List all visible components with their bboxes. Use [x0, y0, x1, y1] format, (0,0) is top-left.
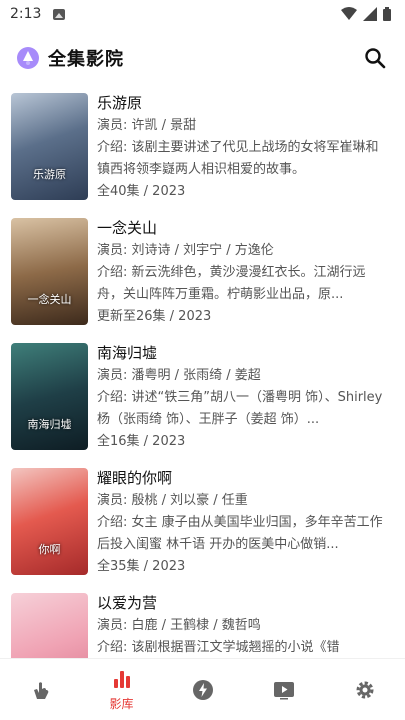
search-button[interactable] — [361, 44, 389, 72]
tab-video[interactable] — [243, 659, 324, 720]
app-title: 全集影院 — [48, 49, 124, 70]
tab-library-label: 影库 — [109, 697, 134, 711]
item-cast: 演员: 刘诗诗 / 刘宇宁 / 方逸伦 — [97, 243, 274, 258]
poster-image[interactable] — [11, 593, 88, 658]
item-title[interactable]: 南海归墟 — [97, 341, 389, 365]
drama-list[interactable]: 乐游原 乐游原 演员: 许凯 / 景甜 介绍: 该剧主要讲述了代见上战场的女将军… — [0, 88, 405, 658]
item-title[interactable]: 乐游原 — [97, 91, 389, 115]
tab-settings[interactable] — [324, 659, 405, 720]
bolt-icon — [192, 679, 213, 700]
list-item[interactable]: 乐游原 乐游原 演员: 许凯 / 景甜 介绍: 该剧主要讲述了代见上战场的女将军… — [0, 88, 405, 213]
item-title[interactable]: 耀眼的你啊 — [97, 466, 389, 490]
item-info: 南海归墟 演员: 潘粤明 / 张雨绮 / 姜超 介绍: 讲述“铁三角”胡八一（潘… — [97, 341, 389, 453]
app-bar: 全集影院 — [0, 28, 405, 88]
item-title[interactable]: 一念关山 — [97, 216, 389, 240]
play-box-icon — [273, 681, 294, 699]
battery-icon — [383, 7, 391, 21]
item-cast: 演员: 白鹿 / 王鹤棣 / 魏哲鸣 — [97, 618, 261, 633]
tab-home[interactable] — [0, 659, 81, 720]
search-icon — [365, 48, 386, 69]
item-cast: 演员: 殷桃 / 刘以豪 / 任重 — [97, 493, 248, 508]
item-episodes: 全16集 / 2023 — [97, 434, 186, 449]
status-time: 2:13 — [10, 6, 42, 22]
item-intro: 介绍: 讲述“铁三角”胡八一（潘粤明 饰）、Shirley杨（张雨绮 饰）、王胖… — [97, 390, 383, 427]
list-item[interactable]: 你啊 耀眼的你啊 演员: 殷桃 / 刘以豪 / 任重 介绍: 女主 康子由从美国… — [0, 463, 405, 588]
poster-title: 一念关山 — [27, 293, 72, 306]
poster-image[interactable]: 南海归墟 — [11, 343, 88, 450]
item-info: 一念关山 演员: 刘诗诗 / 刘宇宁 / 方逸伦 介绍: 新云洗绯色，黄沙漫漫红… — [97, 216, 389, 328]
list-item[interactable]: 南海归墟 南海归墟 演员: 潘粤明 / 张雨绮 / 姜超 介绍: 讲述“铁三角”… — [0, 338, 405, 463]
tab-library[interactable]: 影库 — [81, 659, 162, 720]
poster-title: 乐游原 — [33, 168, 66, 181]
item-episodes: 全40集 / 2023 — [97, 184, 186, 199]
item-cast: 演员: 潘粤明 / 张雨绮 / 姜超 — [97, 368, 261, 383]
poster-title: 南海归墟 — [27, 418, 72, 431]
item-cast: 演员: 许凯 / 景甜 — [97, 118, 197, 133]
poster-image[interactable]: 你啊 — [11, 468, 88, 575]
image-notification-icon — [53, 8, 66, 20]
status-icons — [341, 7, 391, 21]
item-info: 乐游原 演员: 许凯 / 景甜 介绍: 该剧主要讲述了代见上战场的女将军崔琳和镇… — [97, 91, 389, 203]
poster-image[interactable]: 乐游原 — [11, 93, 88, 200]
item-intro: 介绍: 女主 康子由从美国毕业归国，多年辛苦工作后投入闺蜜 林千语 开办的医美中… — [97, 515, 383, 552]
gear-icon — [356, 681, 373, 698]
list-item[interactable]: 一念关山 一念关山 演员: 刘诗诗 / 刘宇宁 / 方逸伦 介绍: 新云洗绯色，… — [0, 213, 405, 338]
item-info: 以爱为营 演员: 白鹿 / 王鹤棣 / 魏哲鸣 介绍: 该剧根据晋江文学城翘摇的… — [97, 591, 389, 658]
item-intro: 介绍: 该剧根据晋江文学城翘摇的小说《错 — [97, 640, 340, 655]
status-bar: 2:13 — [0, 0, 405, 28]
list-item[interactable]: 以爱为营 演员: 白鹿 / 王鹤棣 / 魏哲鸣 介绍: 该剧根据晋江文学城翘摇的… — [0, 588, 405, 658]
hand-icon — [33, 681, 48, 699]
library-bars-icon — [113, 671, 130, 688]
app-logo-icon — [17, 47, 39, 69]
item-info: 耀眼的你啊 演员: 殷桃 / 刘以豪 / 任重 介绍: 女主 康子由从美国毕业归… — [97, 466, 389, 578]
poster-title: 你啊 — [38, 543, 61, 556]
wifi-icon — [341, 7, 357, 20]
tab-flash[interactable] — [162, 659, 243, 720]
item-intro: 介绍: 该剧主要讲述了代见上战场的女将军崔琳和镇西将领李嶷两人相识相爱的故事。 — [97, 140, 379, 177]
item-intro: 介绍: 新云洗绯色，黄沙漫漫红衣长。江湖行远舟，关山阵阵万重霜。柠萌影业出品，原… — [97, 265, 366, 302]
item-episodes: 全35集 / 2023 — [97, 559, 186, 574]
bottom-tab-bar: 影库 — [0, 658, 405, 720]
signal-icon — [363, 7, 377, 21]
poster-image[interactable]: 一念关山 — [11, 218, 88, 325]
item-episodes: 更新至26集 / 2023 — [97, 309, 212, 324]
item-title[interactable]: 以爱为营 — [97, 591, 389, 615]
